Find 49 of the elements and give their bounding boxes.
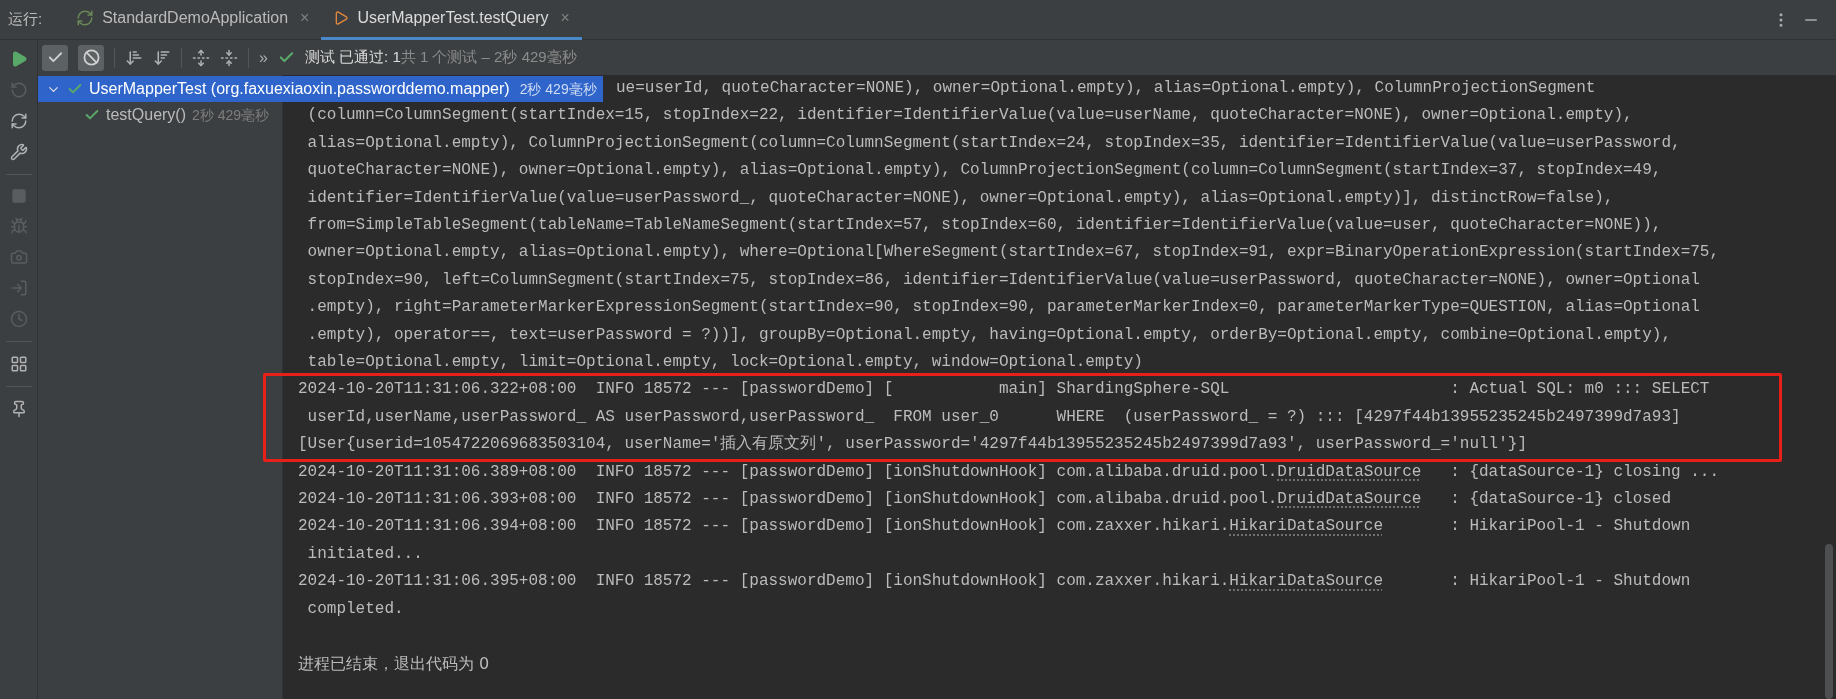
wrench-icon[interactable]: [9, 143, 28, 161]
tree-item[interactable]: testQuery() 2秒 429毫秒: [38, 102, 276, 128]
console-text: : HikariPool-1 - Shutdown: [1449, 571, 1691, 593]
app-icon: [76, 9, 95, 27]
console-line: identifier=IdentifierValue(value=userPassword_, quoteCharacter=NONE), owner=Optional.empty), alias=Optional.empty)], distinctRow=false),: [306, 188, 1614, 207]
console-text: 2024-10-20T11:31:06.395+08:00 INFO 18572 --- [passwordDemo] [ionShutdownHook] com.zaxxer.hikari.: [298, 571, 1230, 593]
console-line: .empty), operator==, text=userPassword = ?))], groupBy=Optional.empty, having=Optional.empty, orderBy=Optional.empty, combine=Optional.empty),: [306, 325, 1672, 344]
console-text: : HikariPool-1 - Shutdown: [1449, 516, 1691, 538]
status-passed: 测试 已通过: 1: [304, 47, 401, 68]
console-line: table=Optional.empty, limit=Optional.empty, lock=Optional.empty, window=Optional.empty): [306, 353, 1143, 372]
console-line: userId,userName,userPassword_ AS userPassword,userPassword_ FROM user_0 WHERE (userPassword_ = ?) ::: [4297f44b13955235245b2497399d7a93]: [306, 407, 1681, 426]
run-label: 运行:: [8, 9, 43, 30]
console-text: 2024-10-20T11:31:06.389+08:00 INFO 18572 --- [passwordDemo] [ionShutdownHook] com.alibaba.druid.pool.: [298, 461, 1278, 483]
console-line: .empty), right=ParameterMarkerExpressionSegment(startIndex=90, stopIndex=90, parameterMarkerIndex=0, parameterMarkerType=QUESTION, alias=Optional: [306, 298, 1700, 317]
ban-icon: [82, 49, 100, 66]
collapse-all-icon[interactable]: [220, 48, 238, 67]
console-line: from=SimpleTableSegment(tableName=TableNameSegment(startIndex=57, stopIndex=60, identifier=IdentifierValue(value=user, quoteCharacter=NONE)),: [306, 216, 1662, 235]
console-line: [User{userid=1054722069683503104, userName='插入有原文列', userPassword='4297f44b13955235245b2497399d7a93', userPassword_='null'}]: [298, 435, 1527, 454]
console-line: initiated...: [306, 544, 423, 563]
more-button[interactable]: »: [259, 45, 268, 70]
class-link[interactable]: HikariDataSource: [1229, 568, 1383, 596]
class-link[interactable]: DruidDataSource: [1277, 486, 1422, 514]
scrollbar-thumb[interactable]: [1825, 544, 1833, 699]
console-line: alias=Optional.empty), ColumnProjectionSegment(column=ColumnSegment(startIndex=24, stopIndex=35, identifier=IdentifierValue(value=userPassword,: [306, 133, 1681, 152]
console-line: quoteCharacter=NONE), owner=Optional.empty), alias=Optional.empty), ColumnProjectionSegment(column=ColumnSegment(startIndex=37, stopIndex=49,: [306, 161, 1662, 180]
console-line: (column=ColumnSegment(startIndex=15, stopIndex=22, identifier=IdentifierValue(value=userName, quoteCharacter=NONE), owner=Optional.empty),: [306, 106, 1633, 125]
expand-all-icon[interactable]: [192, 48, 210, 67]
rerun-icon[interactable]: [9, 112, 28, 130]
console-text: 2024-10-20T11:31:06.393+08:00 INFO 18572 --- [passwordDemo] [ionShutdownHook] com.alibaba.druid.pool.: [298, 489, 1278, 511]
sort-icon[interactable]: [153, 48, 171, 67]
console-text: 2024-10-20T11:31:06.394+08:00 INFO 18572 --- [passwordDemo] [ionShutdownHook] com.zaxxer.hikari.: [298, 516, 1230, 538]
console-text: : {dataSource-1} closing ...: [1449, 461, 1720, 483]
show-ignored-toggle[interactable]: [78, 44, 104, 71]
sort-icon[interactable]: [125, 48, 143, 67]
console-line: 2024-10-20T11:31:06.322+08:00 INFO 18572 --- [passwordDemo] [ main] ShardingSphere-SQL : Actual SQL: m0 ::: SELECT: [298, 380, 1710, 399]
console-line: completed.: [306, 599, 404, 618]
class-link[interactable]: HikariDataSource: [1229, 513, 1383, 541]
layout-icon[interactable]: [9, 355, 28, 373]
show-passed-toggle[interactable]: [42, 44, 68, 71]
exit-message: 进程已结束，退出代码为 0: [298, 653, 490, 676]
status-summary: 共 1 个测试 – 2秒 429毫秒: [400, 47, 577, 68]
tree-item[interactable]: UserMapperTest (org.faxuexiaoxin.passworddemo.mapper) 2秒 429毫秒: [38, 76, 603, 102]
console-text: : {dataSource-1} closed: [1449, 489, 1672, 511]
console-line: owner=Optional.empty, alias=Optional.empty), where=Optional[WhereSegment(startIndex=67, stopIndex=91, expr=BinaryOperationExpression(startIndex=75,: [306, 243, 1720, 262]
test-icon: [333, 10, 350, 26]
console-line: ue=userId, quoteCharacter=NONE), owner=Optional.empty), alias=Optional.empty), ColumnProjectionSegment: [616, 79, 1596, 97]
tab[interactable]: StandardDemoApplication ×: [64, 0, 322, 40]
console-line: stopIndex=90, left=ColumnSegment(startIndex=75, stopIndex=86, identifier=IdentifierValue(value=userPassword, quoteCharacter=NONE), owner=Optional: [306, 270, 1700, 289]
class-link[interactable]: DruidDataSource: [1277, 458, 1422, 487]
